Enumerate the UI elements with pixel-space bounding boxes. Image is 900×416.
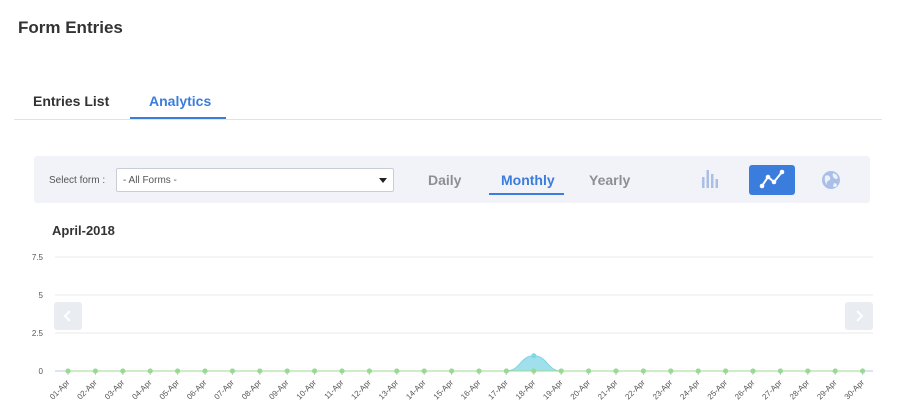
line-chart-button[interactable] bbox=[749, 165, 795, 195]
tab-entries-list[interactable]: Entries List bbox=[33, 93, 109, 109]
x-tick-label: 20-Apr bbox=[569, 378, 593, 402]
x-tick-label: 18-Apr bbox=[514, 378, 538, 402]
chevron-right-icon bbox=[856, 310, 864, 322]
x-tick-label: 16-Apr bbox=[459, 378, 483, 402]
data-point bbox=[366, 368, 372, 374]
x-tick-label: 07-Apr bbox=[212, 378, 236, 402]
data-point bbox=[120, 368, 126, 374]
bar-chart-icon bbox=[702, 170, 718, 188]
x-tick-label: 10-Apr bbox=[295, 378, 319, 402]
data-point bbox=[339, 368, 345, 374]
data-point bbox=[284, 368, 290, 374]
data-point bbox=[312, 368, 318, 374]
x-tick-label: 12-Apr bbox=[349, 378, 373, 402]
data-point bbox=[750, 368, 756, 374]
data-point bbox=[723, 368, 729, 374]
data-point bbox=[558, 368, 564, 374]
data-point bbox=[777, 368, 783, 374]
chevron-left-icon bbox=[63, 310, 71, 322]
y-tick-label: 0 bbox=[39, 367, 44, 376]
select-form-label: Select form : bbox=[49, 175, 106, 186]
chart-prev-button[interactable] bbox=[54, 302, 82, 330]
data-point bbox=[202, 368, 208, 374]
line-chart-icon bbox=[759, 169, 785, 189]
x-tick-label: 05-Apr bbox=[158, 378, 182, 402]
data-point bbox=[695, 368, 701, 374]
data-point bbox=[449, 368, 455, 374]
x-tick-label: 17-Apr bbox=[486, 378, 510, 402]
data-point bbox=[531, 368, 537, 374]
x-tick-label: 11-Apr bbox=[322, 378, 345, 401]
y-tick-label: 2.5 bbox=[32, 329, 44, 338]
bar-chart-button[interactable] bbox=[687, 165, 733, 195]
x-tick-label: 01-Apr bbox=[48, 378, 72, 402]
chart-title: April-2018 bbox=[52, 223, 115, 238]
x-tick-label: 27-Apr bbox=[760, 378, 784, 402]
form-select-value: - All Forms - bbox=[123, 175, 177, 186]
active-period-indicator bbox=[489, 193, 564, 195]
y-tick-label: 5 bbox=[39, 291, 44, 300]
x-tick-label: 19-Apr bbox=[541, 378, 565, 402]
x-tick-label: 28-Apr bbox=[788, 378, 812, 402]
x-tick-label: 23-Apr bbox=[651, 378, 675, 402]
x-tick-label: 13-Apr bbox=[377, 378, 401, 402]
y-tick-label: 7.5 bbox=[32, 253, 44, 262]
x-tick-label: 06-Apr bbox=[185, 378, 209, 402]
tab-analytics[interactable]: Analytics bbox=[149, 93, 211, 109]
data-point bbox=[860, 368, 866, 374]
x-tick-label: 15-Apr bbox=[432, 378, 456, 402]
chart-next-button[interactable] bbox=[845, 302, 873, 330]
data-point bbox=[805, 368, 811, 374]
series-line bbox=[68, 355, 863, 372]
data-point bbox=[65, 368, 71, 374]
form-select[interactable]: - All Forms - bbox=[116, 168, 394, 192]
x-tick-label: 21-Apr bbox=[596, 378, 620, 402]
data-point bbox=[476, 368, 482, 374]
x-tick-label: 29-Apr bbox=[815, 378, 839, 402]
period-daily[interactable]: Daily bbox=[428, 172, 461, 188]
x-tick-label: 08-Apr bbox=[240, 378, 264, 402]
data-point bbox=[147, 368, 153, 374]
chevron-down-icon bbox=[379, 178, 387, 183]
period-yearly[interactable]: Yearly bbox=[589, 172, 630, 188]
data-point bbox=[175, 368, 181, 374]
data-point bbox=[257, 368, 263, 374]
globe-icon bbox=[822, 171, 840, 189]
x-tick-label: 30-Apr bbox=[843, 378, 867, 402]
data-point bbox=[832, 368, 838, 374]
x-tick-label: 02-Apr bbox=[75, 378, 99, 402]
period-monthly[interactable]: Monthly bbox=[501, 172, 555, 188]
x-tick-label: 03-Apr bbox=[103, 378, 127, 402]
data-point bbox=[613, 368, 619, 374]
x-tick-label: 25-Apr bbox=[706, 378, 730, 402]
globe-button[interactable] bbox=[809, 165, 855, 195]
data-point bbox=[92, 368, 98, 374]
data-point bbox=[503, 368, 509, 374]
x-tick-label: 04-Apr bbox=[130, 378, 154, 402]
data-point bbox=[531, 353, 537, 359]
data-point bbox=[586, 368, 592, 374]
data-point bbox=[229, 368, 235, 374]
entries-line-chart: 0 2.5 5 7.5 01-Apr 02-Apr 03-Apr 04-Apr 05-Apr 06… bbox=[32, 253, 873, 402]
active-tab-indicator bbox=[130, 117, 226, 119]
analytics-toolbar: Select form : - All Forms - Daily Monthl… bbox=[34, 156, 870, 203]
data-point bbox=[668, 368, 674, 374]
data-point bbox=[640, 368, 646, 374]
x-tick-label: 24-Apr bbox=[678, 378, 702, 402]
page-title: Form Entries bbox=[18, 18, 123, 37]
data-point bbox=[421, 368, 427, 374]
x-tick-label: 22-Apr bbox=[623, 378, 647, 402]
tab-bar: Entries List Analytics bbox=[14, 90, 882, 120]
data-point bbox=[394, 368, 400, 374]
x-tick-label: 14-Apr bbox=[404, 378, 428, 402]
series-area bbox=[68, 355, 863, 371]
x-tick-label: 09-Apr bbox=[267, 378, 291, 402]
x-tick-label: 26-Apr bbox=[733, 378, 757, 402]
